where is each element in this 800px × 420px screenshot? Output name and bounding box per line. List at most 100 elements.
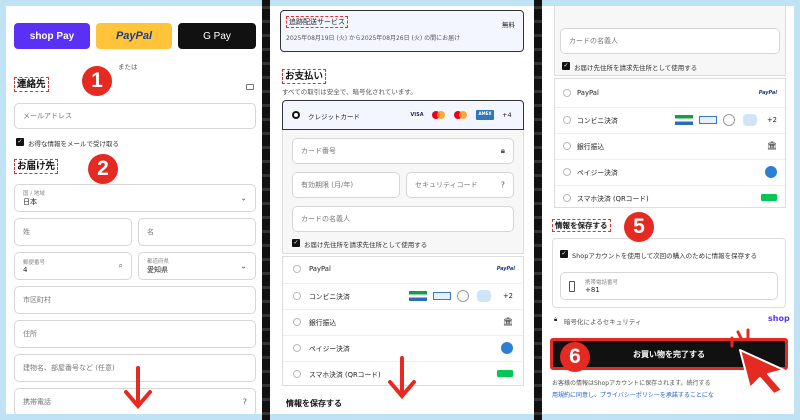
konbini-option[interactable]: コンビニ決済 +2 [283, 283, 523, 307]
gpay-button[interactable]: G Pay [178, 23, 256, 49]
help-icon[interactable]: ? [501, 181, 505, 190]
security-code-field[interactable]: セキュリティコード? [406, 172, 514, 198]
linepay-logo [497, 370, 513, 377]
prefecture-select[interactable]: 都道府県 愛知県 ⌄ [138, 252, 256, 280]
mastercard-logo [432, 111, 446, 119]
phone-placeholder: 携帯電話 [23, 398, 51, 406]
card-name-field[interactable]: カードの名義人 [560, 28, 780, 54]
lawson-logo [699, 116, 717, 124]
bank-option[interactable]: 銀行振込 🏛︎ [555, 133, 785, 157]
shipping-heading-text: お届け先 [14, 159, 59, 174]
card-name-placeholder: カードの名義人 [569, 37, 618, 45]
step-badge-6: 6 [560, 342, 590, 372]
account-icon[interactable] [246, 84, 254, 90]
paypal-option[interactable]: PayPal PayPal [555, 81, 785, 105]
pref-label: 都道府県 [147, 259, 170, 265]
shipping-dates: 2025年08月19日 (火) から2025年08月26日 (火) の間にお届け [286, 35, 461, 42]
chevron-down-icon: ⌄ [240, 193, 247, 203]
country-select[interactable]: 国 / 地域 日本 ⌄ [14, 184, 256, 212]
first-name-field[interactable]: 名 [138, 218, 256, 246]
panel-payment: 追跡配送サービス 無料 2025年08月19日 (火) から2025年08月26… [270, 6, 534, 414]
konbini-radio[interactable] [293, 292, 301, 300]
pointer-arrow-icon [730, 328, 785, 395]
shipping-service: 追跡配送サービス [286, 16, 348, 28]
contact-heading-text: 連絡先 [14, 77, 49, 92]
konbini-option[interactable]: コンビニ決済 +2 [555, 107, 785, 131]
country-value: 日本 [23, 198, 37, 206]
bank-radio[interactable] [293, 318, 301, 326]
pref-value: 愛知県 [147, 266, 168, 274]
last-name-field[interactable]: 姓 [14, 218, 132, 246]
billing-checkbox[interactable]: ✓ [292, 239, 300, 247]
paypal-radio[interactable] [293, 265, 301, 273]
search-icon[interactable]: ⌕ [119, 261, 123, 271]
payment-heading: お支払い [282, 68, 327, 84]
more-cards: +4 [502, 111, 512, 119]
paypal-button[interactable]: PayPal [96, 23, 172, 49]
secure-label: 暗号化によるセキュリティ [564, 318, 642, 326]
step-badge-5: 5 [624, 212, 654, 242]
credit-card-radio[interactable] [292, 111, 300, 119]
postal-value: 4 [23, 266, 28, 274]
email-field[interactable]: メールアドレス [14, 103, 256, 129]
news-checkbox[interactable]: ✓ [16, 138, 24, 146]
card-number-placeholder: カード番号 [301, 147, 336, 155]
down-arrow-icon [388, 356, 416, 400]
paygy-radio[interactable] [563, 168, 571, 176]
card-number-field[interactable]: カード番号 🔒︎ [292, 138, 514, 164]
contact-heading: 連絡先 [14, 76, 49, 92]
city-field[interactable]: 市区町村 [14, 286, 256, 314]
paypal-logo: PayPal [758, 90, 777, 96]
smartphone-radio[interactable] [563, 194, 571, 202]
paygy-logo [765, 166, 777, 178]
first-name-placeholder: 名 [147, 228, 154, 236]
shop-logo: shop [768, 314, 790, 323]
smartphone-option[interactable]: スマホ決済 (QRコード) [555, 185, 785, 209]
last-name-placeholder: 姓 [23, 228, 30, 236]
paygy-logo [501, 342, 513, 354]
paypal-radio[interactable] [563, 89, 571, 97]
billing-label: お届け先住所を請求先住所として使用する [304, 241, 428, 249]
save-info-label: Shopアカウントを使用して次回の購入のために情報を保存する [572, 252, 758, 260]
card-name-field[interactable]: カードの名義人 [292, 206, 514, 232]
shop-pay-label: shop Pay [29, 30, 75, 42]
save-info-heading: 情報を保存する [552, 219, 611, 232]
step-badge-2: 2 [88, 154, 118, 184]
paygy-radio[interactable] [293, 344, 301, 352]
konbini-radio[interactable] [563, 116, 571, 124]
paypal-option[interactable]: PayPal PayPal [283, 257, 523, 281]
paygy-option[interactable]: ペイジー決済 [555, 159, 785, 183]
familymart-logo [675, 115, 693, 125]
page-divider [534, 0, 542, 420]
ministop-logo [743, 114, 757, 126]
bank-option[interactable]: 銀行振込 🏛︎ [283, 309, 523, 333]
phone-number-field[interactable]: 携帯電話番号 +81 [560, 272, 778, 300]
footer-text: お客様の情報はShopアカウントに保存されます。続行する [552, 380, 711, 387]
step-badge-1: 1 [82, 66, 112, 96]
paypal-option-label: PayPal [577, 89, 599, 97]
bank-radio[interactable] [563, 142, 571, 150]
postal-code-field[interactable]: 郵便番号 4 ⌕ [14, 252, 132, 280]
help-icon[interactable]: ? [243, 398, 247, 407]
shop-pay-button[interactable]: shop Pay [14, 23, 90, 49]
shipping-service-text: 追跡配送サービス [286, 16, 348, 28]
phone-label: 携帯電話番号 [585, 280, 619, 286]
billing-checkbox[interactable]: ✓ [562, 62, 570, 70]
credit-card-label: クレジットカード [308, 113, 360, 121]
paypal-label: PayPal [115, 30, 153, 42]
city-placeholder: 市区町村 [23, 296, 51, 304]
paypal-logo: PayPal [496, 266, 515, 272]
country-label: 国 / 地域 [23, 191, 45, 197]
page-divider [262, 0, 270, 420]
familymart-logo [409, 291, 427, 301]
smartphone-option-label: スマホ決済 (QRコード) [309, 370, 381, 379]
lock-icon: 🔒︎ [500, 146, 505, 155]
save-info-checkbox[interactable]: ✓ [560, 250, 568, 258]
address-field[interactable]: 住所 [14, 320, 256, 348]
expiry-field[interactable]: 有効期限 (月/年) [292, 172, 400, 198]
building-placeholder: 建物名、部屋番号など (任意) [23, 364, 115, 372]
email-placeholder: メールアドレス [23, 112, 72, 120]
gpay-label: G Pay [203, 30, 231, 42]
smartphone-radio[interactable] [293, 370, 301, 378]
linepay-logo [761, 194, 777, 201]
